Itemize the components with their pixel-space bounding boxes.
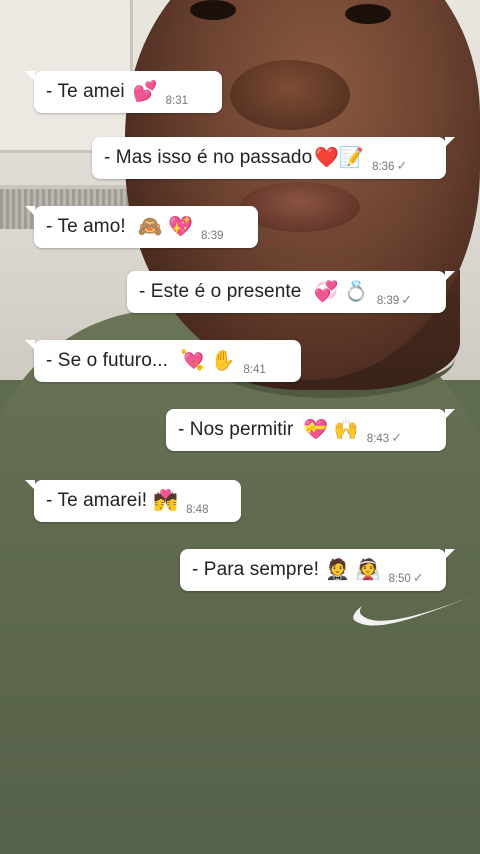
- emoji-icon: 🤵 👰: [325, 559, 381, 581]
- sent-check-icon: ✓: [396, 158, 408, 173]
- message-time: 8:39: [376, 295, 400, 307]
- emoji-icon: 🙈 💖: [137, 216, 194, 238]
- emoji-icon: 💕: [132, 81, 158, 103]
- message-time: 8:39: [201, 230, 224, 242]
- chat-bubble[interactable]: - Nos permitir 💝 🙌 8:43 ✓: [166, 409, 455, 451]
- message-time: 8:50: [388, 573, 411, 585]
- sent-check-icon: ✓: [412, 570, 424, 585]
- emoji-icon: 💝 🙌: [303, 419, 359, 441]
- message-time: 8:36: [372, 161, 395, 173]
- message-time: 8:41: [243, 364, 266, 376]
- sent-check-icon: ✓: [401, 292, 413, 307]
- message-text: - Para sempre!: [192, 559, 320, 580]
- message-time: 8:31: [165, 95, 188, 107]
- chat-bubble[interactable]: - Este é o presente 💞 💍 8:39 ✓: [127, 271, 455, 313]
- mouth: [240, 182, 360, 232]
- chat-bubble[interactable]: - Para sempre! 🤵 👰 8:50 ✓: [180, 549, 455, 591]
- chat-bubble[interactable]: - Mas isso é no passado ❤️📝 8:36 ✓: [92, 137, 455, 179]
- message-text: - Este é o presente: [139, 281, 302, 302]
- nose: [230, 60, 350, 130]
- emoji-icon: 💞 💍: [313, 281, 369, 303]
- emoji-icon: ❤️📝: [314, 147, 365, 169]
- sent-check-icon: ✓: [391, 430, 403, 445]
- message-text: - Te amei: [46, 81, 125, 102]
- chat-bubble[interactable]: - Te amarei! 💏 8:48: [25, 480, 241, 522]
- message-time: 8:48: [186, 504, 209, 516]
- chat-bubble[interactable]: - Te amo! 🙈 💖 8:39: [25, 206, 258, 248]
- message-text: - Se o futuro...: [46, 350, 168, 371]
- emoji-icon: 💘 ✋: [180, 350, 236, 372]
- message-text: - Mas isso é no passado: [104, 147, 313, 168]
- nike-swoosh-logo: [353, 594, 478, 626]
- message-time: 8:43: [366, 433, 390, 445]
- emoji-icon: 💏: [153, 490, 179, 512]
- chat-bubble[interactable]: - Se o futuro... 💘 ✋ 8:41: [25, 340, 301, 382]
- message-text: - Nos permitir: [178, 419, 294, 440]
- right-eye: [345, 4, 391, 24]
- chat-bubble[interactable]: - Te amei 💕 8:31: [25, 71, 222, 113]
- left-eye: [190, 0, 236, 20]
- message-text: - Te amo!: [46, 216, 126, 237]
- message-text: - Te amarei!: [46, 490, 148, 511]
